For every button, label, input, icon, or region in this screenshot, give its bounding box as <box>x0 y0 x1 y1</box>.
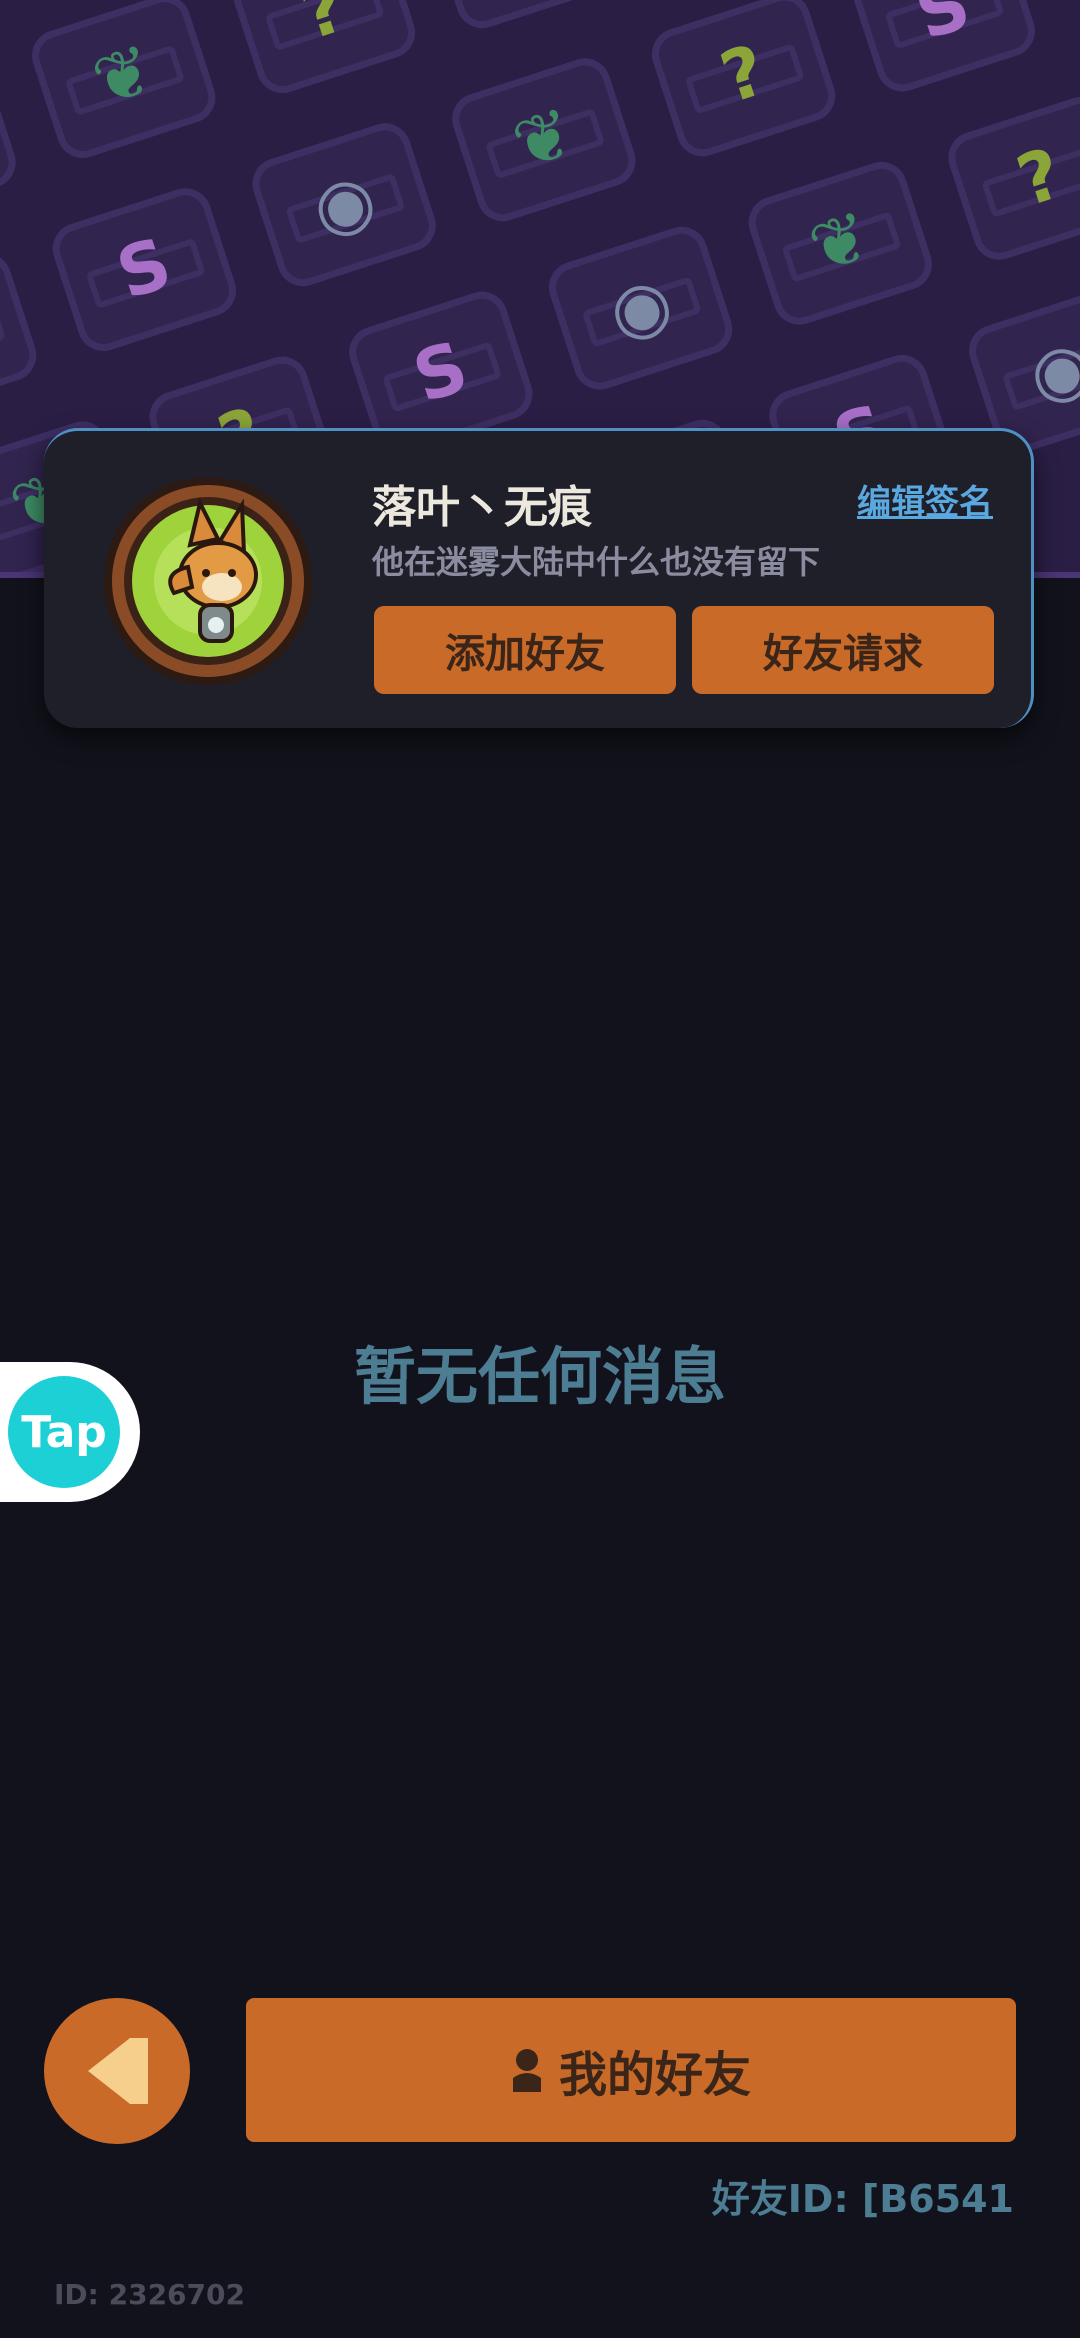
add-friend-button[interactable]: 添加好友 <box>374 606 676 694</box>
my-friends-button[interactable]: 我的好友 <box>246 1998 1016 2142</box>
back-button[interactable] <box>44 1998 190 2144</box>
tap-floating-button[interactable]: Tap <box>0 1362 140 1502</box>
triangle-left-icon <box>88 2038 148 2104</box>
signature-text: 他在迷雾大陆中什么也没有留下 <box>372 543 821 581</box>
my-friends-label: 我的好友 <box>558 2047 751 2103</box>
friends-screen: ◉ ❦ ? S ◉ ❦ ? S ◉ ❦ ? S ❦ ? S ◉ ❦ ? S ◉ … <box>0 0 1080 2338</box>
empty-message: 暂无任何消息 <box>353 1340 726 1413</box>
eye-icon: ◉ <box>0 53 23 230</box>
profile-card: 落叶丶无痕 编辑签名 他在迷雾大陆中什么也没有留下 添加好友 好友请求 <box>44 428 1034 728</box>
username: 落叶丶无痕 <box>372 482 592 533</box>
question-icon: ? <box>225 0 422 100</box>
leaf-icon: ❦ <box>741 155 939 332</box>
s-rune-icon: S <box>424 0 622 35</box>
s-rune-icon: S <box>844 0 1042 99</box>
friend-request-button[interactable]: 好友请求 <box>692 606 994 694</box>
eye-icon: ◉ <box>542 220 739 397</box>
edit-signature-link[interactable]: 编辑签名 <box>857 475 993 524</box>
leaf-icon: ❦ <box>25 0 223 165</box>
friend-id-text: 好友ID: [B6541 <box>711 2177 1014 2221</box>
user-id-text: ID: 2326702 <box>54 2278 245 2311</box>
question-icon: ? <box>645 0 842 164</box>
leaf-icon: ❦ <box>445 51 643 228</box>
tap-logo-icon: Tap <box>8 1376 120 1488</box>
question-icon: ? <box>0 246 44 423</box>
fox-avatar-icon[interactable] <box>102 475 314 687</box>
s-rune-icon: S <box>45 181 243 358</box>
person-icon <box>512 2049 541 2092</box>
question-icon: ? <box>941 90 1080 267</box>
eye-icon: ◉ <box>245 116 443 293</box>
